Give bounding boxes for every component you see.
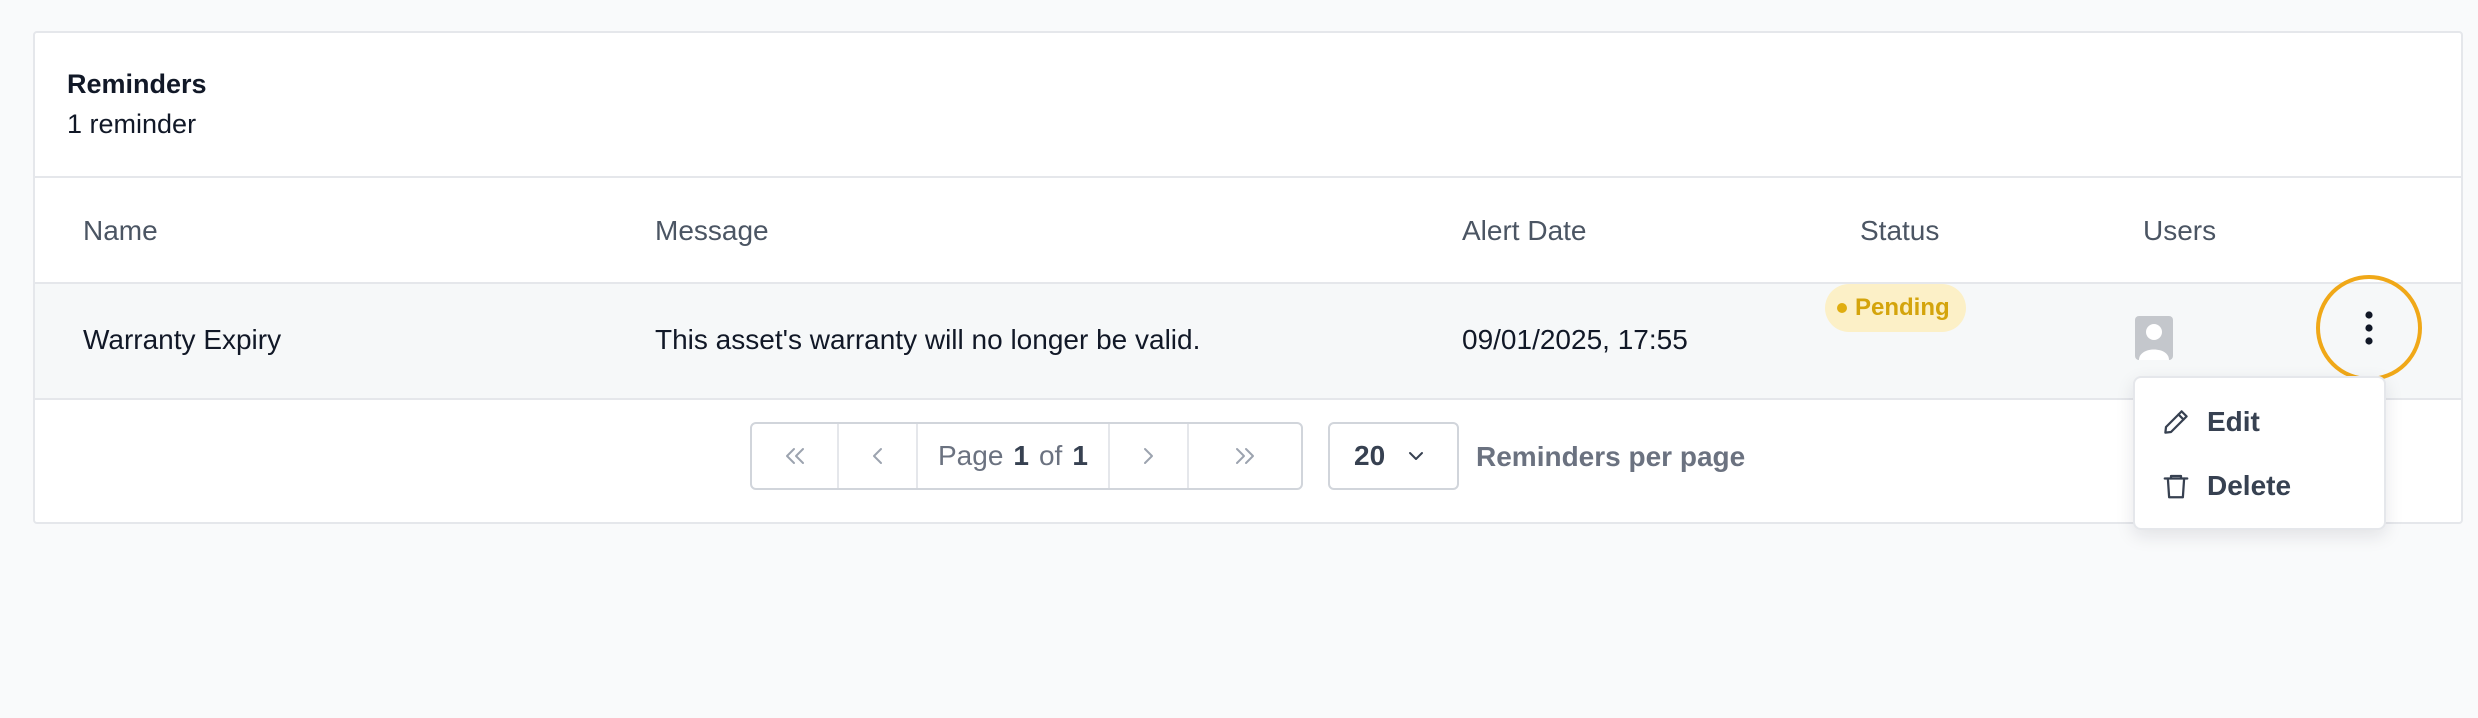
- column-header-status[interactable]: Status: [1860, 215, 1939, 247]
- column-header-message[interactable]: Message: [655, 215, 769, 247]
- per-page-value: 20: [1354, 440, 1386, 471]
- card-header: Reminders 1 reminder: [35, 33, 2461, 178]
- reminder-count: 1 reminder: [67, 109, 197, 139]
- row-actions-button[interactable]: [2316, 275, 2422, 381]
- chevron-down-icon: [1409, 452, 1424, 460]
- user-placeholder-icon: [2139, 324, 2169, 360]
- reminder-message: This asset's warranty will no longer be …: [655, 324, 1201, 355]
- pencil-icon: [2164, 410, 2188, 434]
- user-avatar[interactable]: [2135, 316, 2173, 360]
- first-page-button[interactable]: [752, 424, 839, 488]
- current-page: 1: [1013, 440, 1029, 471]
- menu-item-label: Delete: [2207, 470, 2292, 501]
- per-page-label: Reminders per page: [1476, 441, 1746, 472]
- status-badge: Pending: [1825, 284, 1966, 332]
- previous-page-button[interactable]: [839, 424, 918, 488]
- next-page-button[interactable]: [1110, 424, 1189, 488]
- pagination: Page 1 of 1: [750, 422, 1303, 490]
- column-header-alert-date[interactable]: Alert Date: [1462, 215, 1587, 247]
- menu-item-edit[interactable]: Edit: [2161, 398, 2361, 446]
- column-header-name[interactable]: Name: [83, 215, 158, 247]
- menu-item-label: Edit: [2207, 406, 2260, 437]
- table-header: Name Message Alert Date Status Users: [35, 178, 2461, 284]
- more-vertical-icon: [2365, 311, 2373, 345]
- of-label: of: [1038, 440, 1063, 471]
- total-pages: 1: [1072, 440, 1088, 471]
- column-header-users[interactable]: Users: [2143, 215, 2216, 247]
- chevrons-left-icon: [785, 448, 804, 464]
- card-title: Reminders: [67, 69, 207, 99]
- chevron-right-icon: [1144, 448, 1154, 464]
- row-actions-menu: Edit Delete: [2133, 376, 2386, 530]
- status-badge-label: Pending: [1855, 294, 1950, 321]
- reminder-name: Warranty Expiry: [83, 324, 282, 355]
- page-indicator: Page 1 of 1: [918, 424, 1110, 488]
- page-label: Page: [938, 440, 1004, 471]
- reminder-alert-date: 09/01/2025, 17:55: [1462, 324, 1688, 355]
- menu-item-delete[interactable]: Delete: [2161, 462, 2361, 510]
- table-row[interactable]: Warranty Expiry This asset's warranty wi…: [35, 284, 2461, 400]
- trash-icon: [2163, 474, 2189, 499]
- status-dot-icon: [1837, 303, 1847, 313]
- chevron-left-icon: [872, 448, 882, 464]
- last-page-button[interactable]: [1189, 424, 1301, 488]
- per-page-select[interactable]: 20: [1328, 422, 1459, 490]
- chevrons-right-icon: [1235, 448, 1254, 464]
